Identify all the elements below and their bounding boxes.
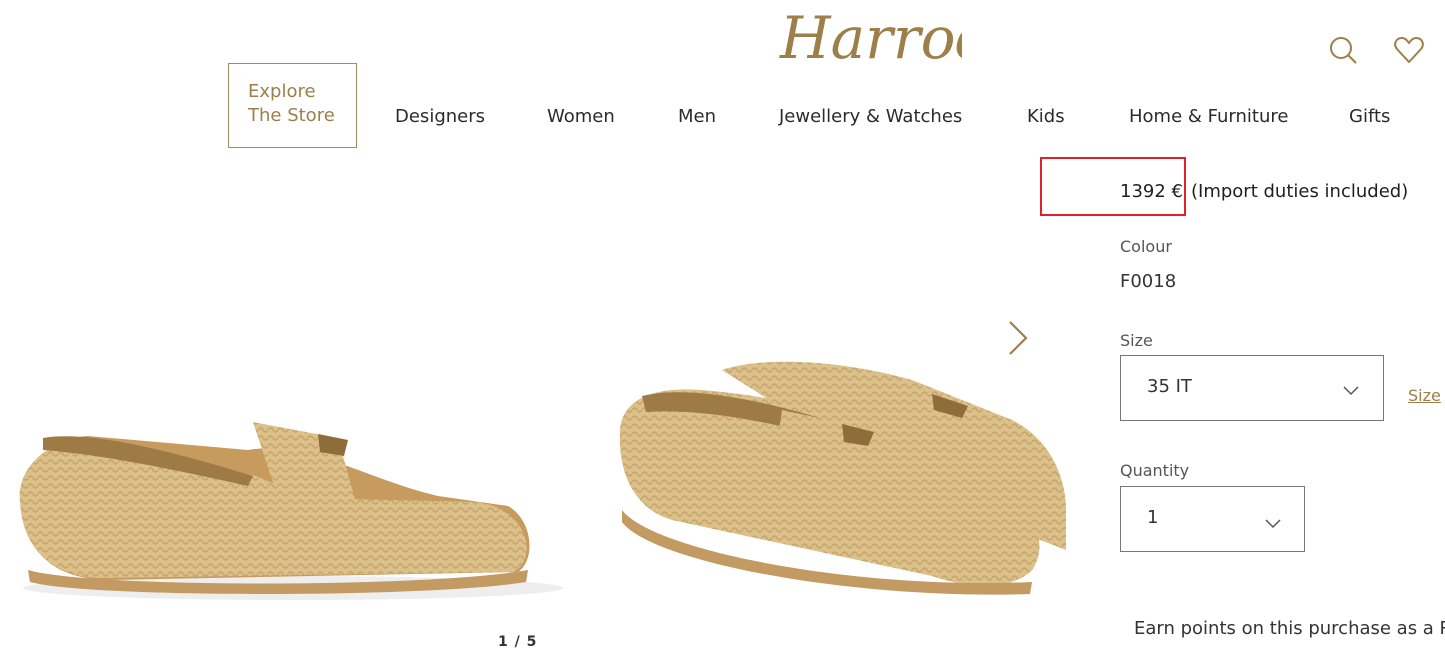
chevron-right-icon[interactable]: [1000, 318, 1034, 358]
explore-line-2: The Store: [248, 105, 335, 126]
size-guide-link[interactable]: Size: [1408, 386, 1441, 405]
product-page: Harrods Explore The Store Designers Wome…: [0, 0, 1445, 651]
quantity-select-value: 1: [1147, 507, 1159, 528]
product-image-1[interactable]: [8, 410, 578, 610]
logo-text: Harrods: [779, 4, 962, 72]
nav-item-jewellery-watches[interactable]: Jewellery & Watches: [779, 106, 962, 127]
explore-line-1: Explore: [248, 81, 316, 102]
explore-the-store-button[interactable]: Explore The Store: [228, 63, 357, 148]
nav-item-gifts[interactable]: Gifts: [1349, 106, 1390, 127]
nav-item-men[interactable]: Men: [678, 106, 716, 127]
harrods-logo[interactable]: Harrods: [776, 0, 962, 74]
gallery-pager: 1 / 5: [498, 634, 538, 650]
product-price: 1392 €: [1120, 181, 1183, 202]
nav-item-designers[interactable]: Designers: [395, 106, 485, 127]
colour-value: F0018: [1120, 271, 1177, 292]
search-icon[interactable]: [1327, 34, 1359, 66]
size-select-value: 35 IT: [1147, 376, 1192, 397]
colour-label: Colour: [1120, 237, 1172, 256]
price-note: (Import duties included): [1191, 181, 1409, 202]
nav-item-kids[interactable]: Kids: [1027, 106, 1065, 127]
rewards-text: Earn points on this purchase as a Rewa: [1134, 618, 1445, 639]
nav-item-women[interactable]: Women: [547, 106, 615, 127]
heart-icon[interactable]: [1393, 34, 1425, 66]
quantity-label: Quantity: [1120, 461, 1190, 480]
chevron-down-icon: [1265, 519, 1281, 529]
size-select[interactable]: 35 IT: [1120, 355, 1384, 421]
quantity-select[interactable]: 1: [1120, 486, 1305, 552]
size-label: Size: [1120, 331, 1153, 350]
nav-item-home-furniture[interactable]: Home & Furniture: [1129, 106, 1288, 127]
chevron-down-icon: [1343, 386, 1359, 396]
product-image-2[interactable]: [612, 350, 1066, 600]
